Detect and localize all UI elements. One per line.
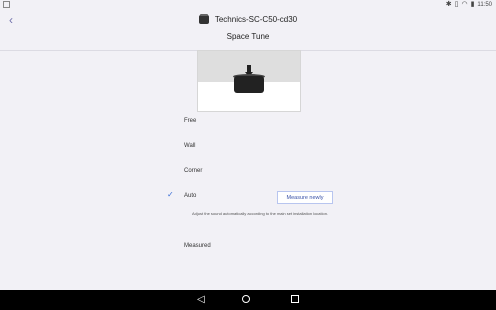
measure-newly-button[interactable]: Measure newly (277, 191, 333, 204)
vibrate-icon: ▯ (454, 1, 459, 8)
device-name: Technics-SC-C50-cd30 (214, 15, 298, 24)
option-measured[interactable]: Measured (184, 243, 211, 249)
speaker-icon (198, 14, 209, 24)
option-free[interactable]: Free (184, 118, 196, 124)
bluetooth-icon: ✱ (445, 1, 452, 8)
square-icon (3, 1, 10, 8)
home-circle-icon[interactable] (242, 295, 250, 303)
app-header: ‹ Technics-SC-C50-cd30 Space Tune (0, 10, 496, 51)
status-bar: ✱ ▯ ◠ ▮ 11:50 (0, 0, 496, 10)
auto-description: Adjust the sound automatically according… (192, 211, 329, 216)
wifi-icon: ◠ (461, 1, 468, 8)
back-triangle-icon[interactable]: ◁ (197, 294, 205, 306)
option-wall[interactable]: Wall (184, 143, 195, 149)
option-auto[interactable]: Auto (184, 193, 196, 199)
option-corner[interactable]: Corner (184, 168, 202, 174)
navigation-bar: ◁ (0, 290, 496, 310)
space-tune-illustration (197, 50, 301, 112)
speaker-body (234, 76, 264, 93)
check-icon: ✓ (167, 190, 174, 199)
status-icons: ✱ ▯ ◠ ▮ 11:50 (446, 0, 492, 10)
page-title: Space Tune (226, 32, 270, 41)
battery-icon: ▮ (470, 1, 475, 8)
status-time: 11:50 (477, 2, 492, 8)
device-row: Technics-SC-C50-cd30 (0, 12, 496, 27)
recents-square-icon[interactable] (291, 295, 299, 303)
